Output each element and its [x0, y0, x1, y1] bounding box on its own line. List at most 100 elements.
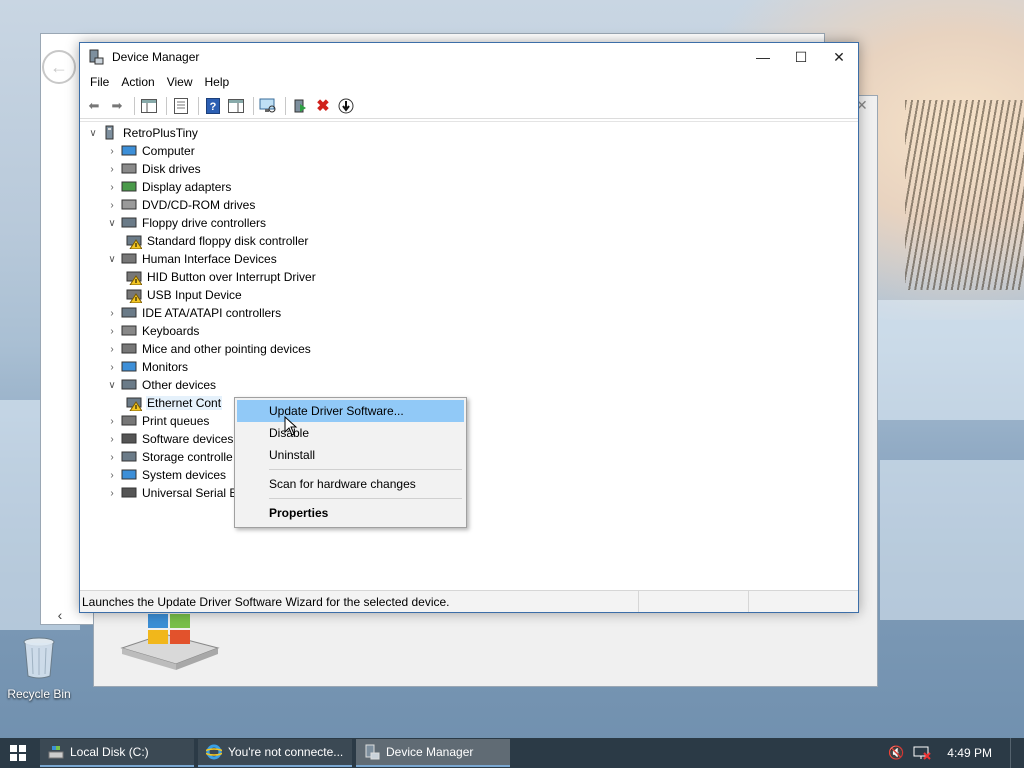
printer-icon: [121, 415, 137, 426]
status-text: Launches the Update Driver Software Wiza…: [82, 594, 450, 609]
toolbar-separator: [134, 96, 135, 115]
tree-item-label: Ethernet Cont: [146, 396, 223, 410]
desktop-wallpaper-reeds: [905, 100, 1024, 290]
menu-item-uninstall[interactable]: Uninstall: [237, 444, 464, 466]
taskbar-item-label: Local Disk (C:): [70, 745, 149, 759]
minimize-button[interactable]: —: [744, 43, 782, 71]
tree-category-item[interactable]: › Mice and other pointing devices: [105, 340, 312, 358]
tree-category-item[interactable]: ∨ Floppy drive controllers: [105, 214, 267, 232]
tree-category-item[interactable]: › Disk drives: [105, 160, 202, 178]
recycle-bin-shortcut[interactable]: Recycle Bin: [4, 636, 74, 701]
tree-item-label: USB Input Device: [147, 288, 242, 302]
system-tray: 🔇 4:49 PM: [887, 738, 1024, 768]
close-button[interactable]: ✕: [820, 43, 858, 71]
volume-muted-icon[interactable]: 🔇: [887, 745, 905, 761]
expand-chevron-icon[interactable]: ›: [105, 344, 119, 355]
expand-chevron-icon[interactable]: ›: [105, 362, 119, 373]
taskbar-clock[interactable]: 4:49 PM: [947, 746, 992, 760]
tree-category-item[interactable]: › Print queues: [105, 412, 210, 430]
tree-category-item[interactable]: ∨ Human Interface Devices: [105, 250, 278, 268]
svg-text:?: ?: [210, 101, 217, 113]
hid-icon: [126, 289, 142, 303]
back-arrow-icon[interactable]: ←: [42, 50, 76, 84]
expand-chevron-icon[interactable]: ›: [105, 146, 119, 157]
tree-device-item[interactable]: HID Button over Interrupt Driver: [124, 268, 317, 286]
start-button[interactable]: [0, 738, 36, 768]
expand-chevron-icon[interactable]: ›: [105, 308, 119, 319]
tree-category-item[interactable]: › DVD/CD-ROM drives: [105, 196, 256, 214]
menu-item-properties[interactable]: Properties: [237, 502, 464, 524]
tree-category-item[interactable]: › Display adapters: [105, 178, 232, 196]
tree-item-label: Storage controlle: [142, 450, 233, 464]
context-menu: Update Driver Software... Disable Uninst…: [234, 397, 467, 528]
taskbar-item-local-disk[interactable]: Local Disk (C:): [40, 739, 194, 767]
menu-view[interactable]: View: [161, 75, 199, 89]
menu-file[interactable]: File: [84, 75, 115, 89]
windows-logo-icon: [10, 745, 26, 761]
tree-category-item[interactable]: › Storage controlle: [105, 448, 234, 466]
collapse-chevron-icon[interactable]: ∨: [86, 128, 100, 139]
expand-chevron-icon[interactable]: ›: [105, 452, 119, 463]
tree-category-item[interactable]: ∨ Other devices: [105, 376, 217, 394]
device-manager-icon: [365, 744, 380, 760]
recycle-bin-icon: [23, 637, 55, 679]
tree-category-item[interactable]: › Keyboards: [105, 322, 200, 340]
back-arrow-icon[interactable]: ⬅: [84, 96, 104, 116]
network-disconnected-icon[interactable]: [913, 745, 932, 761]
expand-chevron-icon[interactable]: ›: [105, 326, 119, 337]
tree-device-item[interactable]: Ethernet Cont: [124, 394, 223, 412]
tree-device-item[interactable]: Standard floppy disk controller: [124, 232, 309, 250]
help-icon[interactable]: ?: [203, 96, 223, 116]
expand-chevron-icon[interactable]: ›: [105, 488, 119, 499]
uninstall-device-icon[interactable]: ✖: [313, 96, 333, 116]
tree-category-item[interactable]: › IDE ATA/ATAPI controllers: [105, 304, 282, 322]
menu-item-update-driver[interactable]: Update Driver Software...: [237, 400, 464, 422]
tree-category-item[interactable]: › Software devices: [105, 430, 234, 448]
menu-item-disable[interactable]: Disable: [237, 422, 464, 444]
maximize-button[interactable]: ☐: [782, 43, 820, 71]
tree-item-label: Monitors: [142, 360, 189, 374]
tree-category-item[interactable]: › Monitors: [105, 358, 189, 376]
console-tree-icon[interactable]: [139, 96, 159, 116]
tree-item-label: Software devices: [142, 432, 234, 446]
hid-icon: [126, 271, 142, 285]
software-device-icon: [121, 433, 137, 444]
computer-icon: [121, 145, 137, 156]
expand-chevron-icon[interactable]: ›: [105, 470, 119, 481]
expand-chevron-icon[interactable]: ›: [105, 416, 119, 427]
menu-help[interactable]: Help: [199, 75, 236, 89]
device-tree[interactable]: ∨ RetroPlusTiny › Computer › Disk drives › Di…: [80, 121, 858, 587]
disable-device-icon[interactable]: [336, 96, 356, 116]
tree-item-label: Universal Serial Bu: [142, 486, 245, 500]
collapse-chevron-icon[interactable]: ∨: [105, 254, 119, 265]
menu-action[interactable]: Action: [115, 75, 160, 89]
scroll-left-icon[interactable]: ‹: [40, 605, 80, 625]
show-desktop-button[interactable]: [1010, 738, 1024, 768]
tree-category-item[interactable]: › System devices: [105, 466, 227, 484]
taskbar-item-browser[interactable]: You're not connecte...: [198, 739, 352, 767]
status-panel: [638, 591, 748, 612]
device-manager-window[interactable]: Device Manager — ☐ ✕ File Action View He…: [79, 42, 859, 613]
expand-chevron-icon[interactable]: ›: [105, 200, 119, 211]
taskbar-item-device-manager[interactable]: Device Manager: [356, 739, 510, 767]
action-pane-icon[interactable]: [226, 96, 246, 116]
collapse-chevron-icon[interactable]: ∨: [105, 218, 119, 229]
tree-device-item[interactable]: USB Input Device: [124, 286, 243, 304]
update-driver-icon[interactable]: [290, 96, 310, 116]
tree-category-item[interactable]: › Computer: [105, 142, 196, 160]
tree-root[interactable]: ∨ RetroPlusTiny: [86, 124, 199, 142]
properties-icon[interactable]: [171, 96, 191, 116]
expand-chevron-icon[interactable]: ›: [105, 182, 119, 193]
tree-item-label: Mice and other pointing devices: [142, 342, 311, 356]
expand-chevron-icon[interactable]: ›: [105, 164, 119, 175]
tree-item-label: Standard floppy disk controller: [147, 234, 309, 248]
ethernet-icon: [126, 397, 142, 411]
title-bar[interactable]: Device Manager — ☐ ✕: [80, 43, 858, 71]
scan-hardware-icon[interactable]: [258, 96, 278, 116]
tree-category-item[interactable]: › Universal Serial Bu: [105, 484, 245, 502]
collapse-chevron-icon[interactable]: ∨: [105, 380, 119, 391]
menu-item-scan-hardware[interactable]: Scan for hardware changes: [237, 473, 464, 495]
window-title: Device Manager: [112, 50, 200, 64]
forward-arrow-icon[interactable]: ➡: [107, 96, 127, 116]
expand-chevron-icon[interactable]: ›: [105, 434, 119, 445]
